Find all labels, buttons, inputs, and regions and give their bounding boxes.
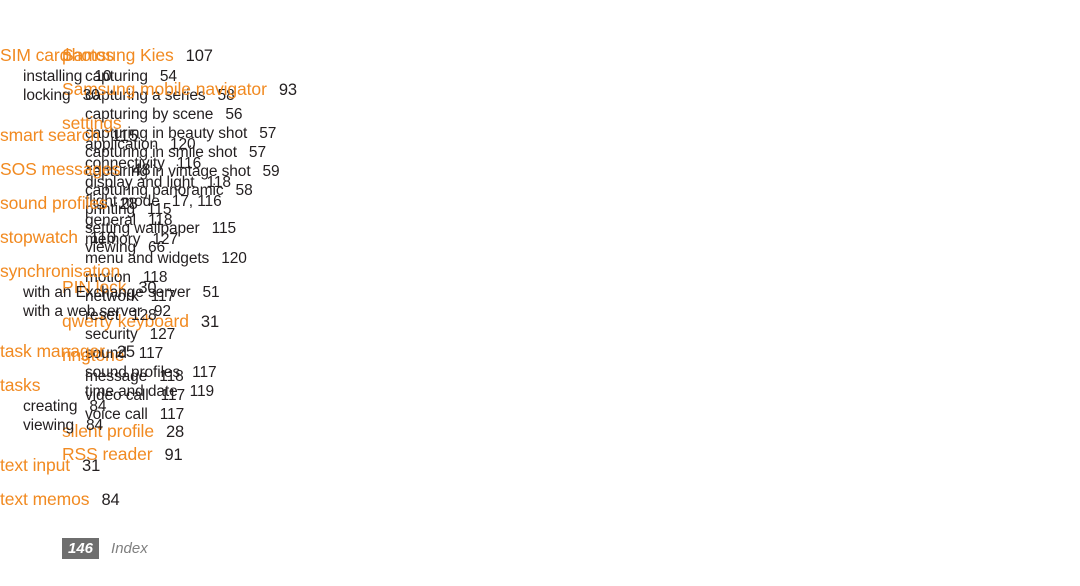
index-subentry-page: 92 xyxy=(153,303,171,320)
index-heading-label: smart search xyxy=(0,125,100,145)
index-subentry-label: with an Exchange server xyxy=(23,284,191,301)
index-entry-group: text input 31 xyxy=(0,454,330,478)
index-heading-label: stopwatch xyxy=(0,227,78,247)
index-heading-label: synchronisation xyxy=(0,261,121,281)
index-heading-page: 84 xyxy=(101,491,120,509)
index-heading-page: 115 xyxy=(111,127,138,145)
index-subentry-list: creating 84 viewing 84 xyxy=(0,397,330,435)
index-entry-group: sound profiles 28 xyxy=(0,192,330,216)
index-entry-group: synchronisation with an Exchange server 51… xyxy=(0,260,330,330)
index-subentry-list: with an Exchange server 51 with a web serv… xyxy=(0,283,330,321)
index-heading-label: SIM card xyxy=(0,45,70,65)
index-heading-page: 25 xyxy=(116,343,135,361)
index-subentry-label: with a web server xyxy=(23,303,142,320)
index-subentry-label: locking xyxy=(23,87,71,104)
index-heading[interactable]: task manager 25 xyxy=(0,340,330,364)
index-heading-page: 48 xyxy=(132,161,151,179)
index-subentry-page: 51 xyxy=(202,284,220,301)
index-subentry-label: creating xyxy=(23,398,78,415)
index-subentry-page: 84 xyxy=(86,417,104,434)
index-heading-page: 110 xyxy=(89,229,116,247)
page-footer: 146 Index xyxy=(62,536,148,560)
index-column-3: SIM card installing 10 locking 30 smart searc… xyxy=(0,44,330,512)
index-entry-group: task manager 25 xyxy=(0,340,330,364)
index-heading[interactable]: SIM card xyxy=(0,44,330,67)
index-heading[interactable]: synchronisation xyxy=(0,260,330,283)
index-heading[interactable]: sound profiles 28 xyxy=(0,192,330,216)
index-page: photos capturing 54 capturing a series 58 cap… xyxy=(0,0,1080,586)
index-heading-page: 31 xyxy=(82,457,101,475)
index-entry-group: text memos 84 xyxy=(0,488,330,512)
index-entry-group: SIM card installing 10 locking 30 xyxy=(0,44,330,114)
index-heading[interactable]: stopwatch 110 xyxy=(0,226,330,250)
index-subentry-label: installing xyxy=(23,68,83,85)
index-entry-group: tasks creating 84 viewing 84 xyxy=(0,374,330,444)
index-heading-label: SOS messages xyxy=(0,159,121,179)
index-subentry-list: installing 10 locking 30 xyxy=(0,67,330,105)
index-heading-label: task manager xyxy=(0,341,105,361)
index-heading[interactable]: text input 31 xyxy=(0,454,330,478)
index-heading-page: 28 xyxy=(119,195,138,213)
footer-section-label: Index xyxy=(111,539,148,557)
index-subentry-page: 10 xyxy=(94,68,112,85)
index-subentry[interactable]: locking 30 xyxy=(23,86,330,105)
index-heading-label: text memos xyxy=(0,489,90,509)
index-heading-label: text input xyxy=(0,455,71,475)
index-entry-group: stopwatch 110 xyxy=(0,226,330,250)
index-subentry[interactable]: with a web server 92 xyxy=(23,302,330,321)
index-heading[interactable]: tasks xyxy=(0,374,330,397)
page-number: 146 xyxy=(62,537,100,559)
index-subentry[interactable]: viewing 84 xyxy=(23,416,330,435)
index-entry-group: SOS messages 48 xyxy=(0,158,330,182)
index-heading[interactable]: SOS messages 48 xyxy=(0,158,330,182)
index-heading[interactable]: smart search 115 xyxy=(0,124,330,148)
index-heading-label: tasks xyxy=(0,375,41,395)
index-subentry[interactable]: installing 10 xyxy=(23,67,330,86)
index-subentry-page: 30 xyxy=(82,87,100,104)
index-heading[interactable]: text memos 84 xyxy=(0,488,330,512)
index-subentry[interactable]: with an Exchange server 51 xyxy=(23,283,330,302)
index-entry-group: smart search 115 xyxy=(0,124,330,148)
index-subentry-page: 84 xyxy=(89,398,107,415)
index-subentry-label: viewing xyxy=(23,417,74,434)
index-heading-label: sound profiles xyxy=(0,193,108,213)
index-subentry[interactable]: creating 84 xyxy=(23,397,330,416)
